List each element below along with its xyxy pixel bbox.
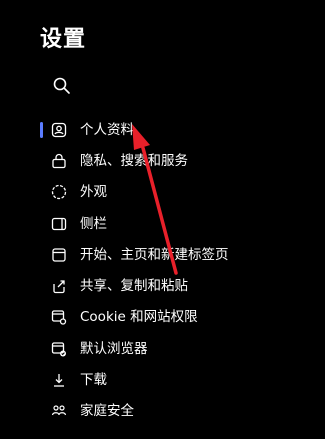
sidebar-icon <box>50 215 68 233</box>
search-button[interactable] <box>50 74 74 98</box>
appearance-icon <box>50 183 68 201</box>
nav-item-label: Cookie 和网站权限 <box>80 309 198 326</box>
nav-item-label: 共享、复制和粘贴 <box>80 278 188 295</box>
profile-icon <box>50 121 68 139</box>
nav-item-profile[interactable]: 个人资料 <box>0 114 325 145</box>
nav-item-default-browser[interactable]: 默认浏览器 <box>0 333 325 364</box>
nav-item-label: 家庭安全 <box>80 403 134 420</box>
nav-item-privacy[interactable]: 隐私、搜索和服务 <box>0 145 325 176</box>
nav-item-label: 个人资料 <box>80 121 134 138</box>
nav-item-start-home[interactable]: 开始、主页和新建标签页 <box>0 239 325 270</box>
nav-item-label: 隐私、搜索和服务 <box>80 152 188 169</box>
nav-item-label: 默认浏览器 <box>80 340 148 357</box>
share-icon <box>50 277 68 295</box>
home-icon <box>50 246 68 264</box>
nav-item-appearance[interactable]: 外观 <box>0 177 325 208</box>
nav-item-label: 外观 <box>80 184 107 201</box>
page-title: 设置 <box>40 27 87 52</box>
family-icon <box>50 402 68 420</box>
nav-item-share-copy-paste[interactable]: 共享、复制和粘贴 <box>0 270 325 301</box>
nav-item-label: 下载 <box>80 372 107 389</box>
active-indicator <box>40 122 43 138</box>
nav-item-label: 侧栏 <box>80 215 107 232</box>
download-icon <box>50 371 68 389</box>
nav-item-downloads[interactable]: 下载 <box>0 364 325 395</box>
nav-item-label: 开始、主页和新建标签页 <box>80 246 229 263</box>
settings-nav: 个人资料 隐私、搜索和服务 外观 侧栏 开始、主页和新建标签页 共享、复制和粘贴… <box>0 114 325 427</box>
site-permissions-icon <box>50 308 68 326</box>
default-browser-icon <box>50 340 68 358</box>
search-icon <box>53 77 70 94</box>
lock-icon <box>50 152 68 170</box>
nav-item-family-safety[interactable]: 家庭安全 <box>0 396 325 427</box>
nav-item-sidebar[interactable]: 侧栏 <box>0 208 325 239</box>
nav-item-cookies-permissions[interactable]: Cookie 和网站权限 <box>0 302 325 333</box>
